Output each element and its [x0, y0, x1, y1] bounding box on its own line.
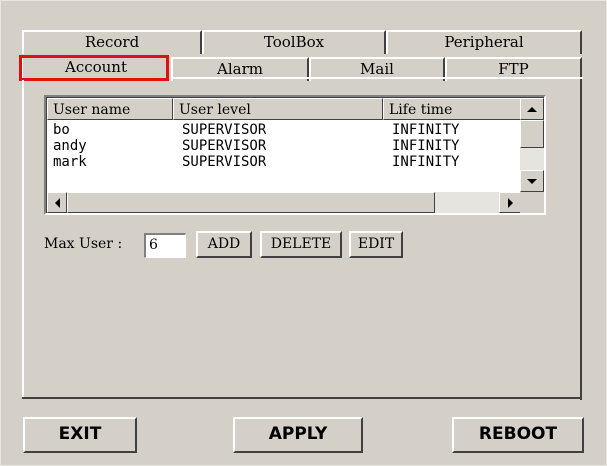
cell-life-time: INFINITY [392, 138, 460, 154]
tab-peripheral[interactable]: Peripheral [386, 30, 582, 54]
tab-alarm-label: Alarm [217, 60, 263, 78]
cell-user-name: mark [53, 154, 87, 170]
vertical-scroll-thumb[interactable] [520, 120, 544, 148]
panel-right-border [580, 80, 582, 400]
tab-mail-label: Mail [360, 60, 394, 78]
tab-record-label: Record [84, 33, 140, 51]
cell-user-level: SUPERVISOR [182, 138, 267, 154]
user-list[interactable]: User name User level Life time bo SUPERV… [44, 95, 546, 215]
scroll-up-arrow-icon [527, 106, 537, 112]
panel-left-border [22, 80, 24, 398]
column-header-user-level[interactable]: User level [173, 98, 383, 120]
cell-life-time: INFINITY [392, 154, 460, 170]
tab-account-label: Account [64, 58, 127, 76]
max-user-input[interactable]: 6 [144, 233, 186, 258]
scroll-left-button[interactable] [47, 192, 67, 213]
add-button[interactable]: ADD [196, 231, 252, 258]
scroll-right-arrow-icon [507, 197, 513, 208]
cell-life-time: INFINITY [392, 122, 460, 138]
tab-account[interactable]: Account [21, 55, 169, 81]
scroll-down-arrow-icon [527, 178, 537, 184]
cell-user-level: SUPERVISOR [182, 122, 267, 138]
max-user-label: Max User : [44, 236, 123, 252]
cell-user-name: andy [53, 138, 87, 154]
horizontal-scrollbar[interactable] [47, 192, 521, 213]
tab-toolbox-label: ToolBox [263, 33, 325, 51]
reboot-button[interactable]: REBOOT [452, 417, 584, 453]
panel-bottom-border [22, 397, 582, 399]
tab-record[interactable]: Record [22, 30, 202, 54]
exit-button[interactable]: EXIT [23, 417, 137, 453]
scroll-down-button[interactable] [520, 170, 544, 192]
scroll-right-button[interactable] [499, 192, 521, 213]
tab-ftp-label: FTP [498, 60, 529, 78]
vertical-scrollbar[interactable] [520, 98, 544, 192]
delete-button[interactable]: DELETE [260, 231, 342, 258]
horizontal-scroll-thumb[interactable] [67, 192, 435, 213]
apply-button[interactable]: APPLY [233, 417, 363, 453]
tab-strip-border [171, 77, 583, 79]
column-header-life-time[interactable]: Life time [383, 98, 521, 120]
tab-toolbox[interactable]: ToolBox [202, 30, 386, 54]
column-header-user-name[interactable]: User name [47, 98, 173, 120]
cell-user-name: bo [53, 122, 70, 138]
tab-peripheral-label: Peripheral [444, 33, 524, 51]
scroll-left-arrow-icon [54, 197, 60, 208]
edit-button[interactable]: EDIT [349, 231, 403, 258]
user-list-body: User name User level Life time bo SUPERV… [46, 97, 544, 213]
cell-user-level: SUPERVISOR [182, 154, 267, 170]
scroll-up-button[interactable] [520, 98, 544, 120]
scrollbar-corner [520, 192, 544, 213]
